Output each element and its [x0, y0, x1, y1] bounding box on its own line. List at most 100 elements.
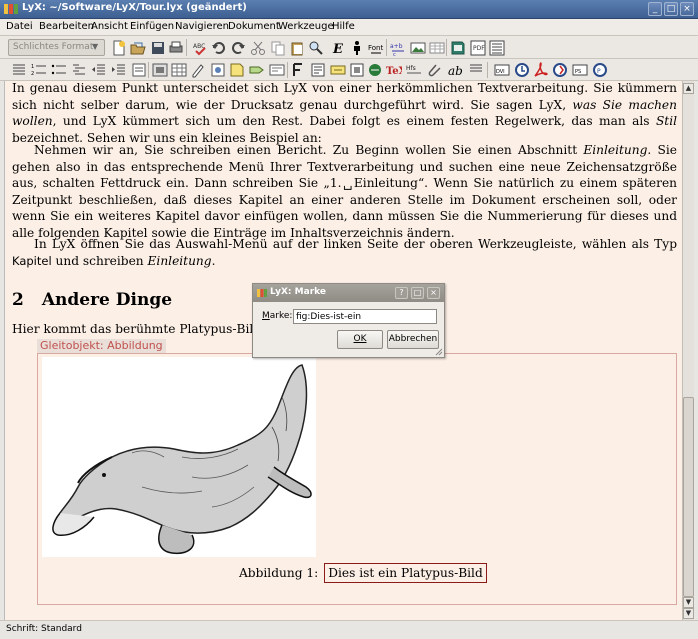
insert-citation-icon[interactable]	[291, 62, 307, 78]
insert-image-icon[interactable]	[152, 62, 168, 78]
save-icon[interactable]	[150, 40, 166, 56]
tex-code-icon[interactable]: TeX	[386, 62, 402, 78]
paragraph-settings-icon[interactable]	[468, 62, 484, 78]
menu-einfuegen[interactable]: Einfügen	[130, 21, 174, 32]
menu-dokument[interactable]: Dokument	[228, 21, 280, 32]
dialog-title-bar[interactable]: LyX: Marke ? □ ×	[253, 284, 444, 302]
dialog-close-button[interactable]: ×	[427, 287, 440, 299]
vertical-scrollbar[interactable]: ▲ ▼ ▼	[682, 81, 694, 620]
minimize-button[interactable]: _	[648, 2, 662, 16]
insert-index-icon[interactable]	[310, 62, 326, 78]
float-label[interactable]: Gleitobjekt: Abbildung	[37, 339, 166, 353]
update-postscript-icon[interactable]: P	[592, 62, 608, 78]
menu-ansicht[interactable]: Ansicht	[91, 21, 128, 32]
text-run: . Sie gehen also in das entsprechende Me…	[12, 143, 677, 240]
scroll-up-arrow-icon[interactable]: ▲	[683, 83, 694, 94]
document-info-icon[interactable]	[131, 62, 147, 78]
toolbar-separator	[287, 62, 288, 78]
label-input[interactable]	[293, 309, 437, 324]
menu-bar: Datei Bearbeiten Ansicht Einfügen Navigi…	[0, 19, 698, 36]
cut-icon[interactable]	[250, 40, 266, 56]
numbered-list-icon[interactable]: 12	[31, 62, 47, 78]
caption-text-inset[interactable]: Dies ist ein Platypus-Bild	[324, 563, 487, 583]
cancel-button[interactable]: Abbrechen	[387, 330, 439, 349]
menu-hilfe[interactable]: Hilfe	[332, 21, 355, 32]
paragraph-4: Hier kommt das berühmte Platypus-Bild:	[12, 322, 266, 336]
scroll-bottom-arrow-icon[interactable]: ▼	[683, 608, 694, 619]
view-postscript-icon[interactable]: PS	[572, 62, 588, 78]
view-pdf-icon[interactable]	[450, 40, 466, 56]
lyx-dialog-icon	[257, 289, 267, 297]
toggle-toc-icon[interactable]	[489, 40, 505, 56]
insert-label-icon[interactable]	[249, 62, 265, 78]
increase-depth-icon[interactable]	[111, 62, 127, 78]
scrollbar-thumb[interactable]	[683, 397, 694, 597]
text-run: , und LyX kümmert sich um den Rest. Dabe…	[52, 114, 656, 128]
svg-text:PS: PS	[575, 69, 581, 75]
title-bar[interactable]: LyX: ~/Software/LyX/Tour.lyx (geändert) …	[0, 0, 698, 19]
insert-box-icon[interactable]	[349, 62, 365, 78]
toolbar-separator	[186, 39, 187, 56]
svg-text:TeX: TeX	[386, 66, 402, 77]
description-list-icon[interactable]	[71, 62, 87, 78]
svg-text:Font: Font	[368, 44, 383, 52]
insert-cross-ref-icon[interactable]	[269, 62, 285, 78]
new-document-icon[interactable]	[111, 40, 127, 56]
close-button[interactable]: ×	[680, 2, 694, 16]
table-icon[interactable]	[171, 62, 187, 78]
pdf-acrobat-icon[interactable]	[533, 62, 549, 78]
find-replace-icon[interactable]	[308, 40, 324, 56]
insert-footnote-icon[interactable]	[210, 62, 226, 78]
math-mode-icon[interactable]: a+b c	[390, 40, 406, 56]
text-run: Nehmen wir an, Sie schreiben einen Beric…	[34, 143, 584, 157]
menu-datei[interactable]: Datei	[6, 21, 33, 32]
insert-url-icon[interactable]	[330, 62, 346, 78]
text-style-icon[interactable]: ab	[448, 62, 464, 78]
insert-branch-icon[interactable]	[367, 62, 383, 78]
insert-attachment-icon[interactable]	[426, 62, 442, 78]
svg-text:PDF: PDF	[473, 45, 485, 52]
insert-hyperlink-icon[interactable]: Hfs	[406, 62, 422, 78]
redo-icon[interactable]	[230, 40, 246, 56]
svg-text:a+b: a+b	[390, 43, 403, 50]
copy-icon[interactable]	[270, 40, 286, 56]
view-dvi-icon[interactable]: DVI	[494, 62, 510, 78]
paragraph-3: In LyX öffnen Sie das Auswahl-Menü auf d…	[12, 236, 677, 269]
platypus-image[interactable]	[42, 357, 316, 557]
paragraph-format-select[interactable]: Schlichtes Format ▼	[8, 39, 105, 56]
label-text: arke:	[269, 311, 293, 321]
format-select-value: Schlichtes Format	[13, 42, 94, 52]
svg-text:E: E	[332, 42, 344, 56]
update-view-icon[interactable]: PDF	[470, 40, 486, 56]
menu-navigieren[interactable]: Navigieren	[175, 21, 229, 32]
update-pdf-icon[interactable]	[552, 62, 568, 78]
scroll-down-arrow-icon[interactable]: ▼	[683, 597, 694, 608]
menu-bearbeiten[interactable]: Bearbeiten	[39, 21, 94, 32]
spellcheck-icon[interactable]: ABC	[192, 40, 208, 56]
noun-icon[interactable]	[349, 40, 365, 56]
insert-marginal-note-icon[interactable]	[229, 62, 245, 78]
status-text: Schrift: Standard	[6, 624, 82, 634]
svg-text:c: c	[393, 52, 396, 56]
align-justify-icon[interactable]	[11, 62, 27, 78]
decrease-depth-icon[interactable]	[91, 62, 107, 78]
dialog-maximize-button[interactable]: □	[411, 287, 424, 299]
menu-werkzeuge[interactable]: Werkzeuge	[278, 21, 334, 32]
open-document-icon[interactable]	[130, 40, 146, 56]
maximize-button[interactable]: □	[664, 2, 678, 16]
bullet-list-icon[interactable]	[51, 62, 67, 78]
undo-icon[interactable]	[211, 40, 227, 56]
print-icon[interactable]	[168, 40, 184, 56]
insert-table-icon[interactable]	[429, 40, 445, 56]
emphasis-icon[interactable]: E	[330, 40, 346, 56]
dialog-help-button[interactable]: ?	[395, 287, 408, 299]
paste-icon[interactable]	[289, 40, 305, 56]
resize-grip-icon[interactable]	[435, 348, 443, 356]
ok-button-label: OK	[353, 334, 367, 344]
insert-graphics-icon[interactable]	[410, 40, 426, 56]
view-ps-icon[interactable]	[514, 62, 530, 78]
ok-button[interactable]: OK	[337, 330, 383, 349]
font-settings-icon[interactable]: Font	[368, 40, 384, 56]
insert-note-icon[interactable]	[190, 62, 206, 78]
main-toolbar: Schlichtes Format ▼ ABC E Font a+b c PDF	[0, 36, 698, 59]
